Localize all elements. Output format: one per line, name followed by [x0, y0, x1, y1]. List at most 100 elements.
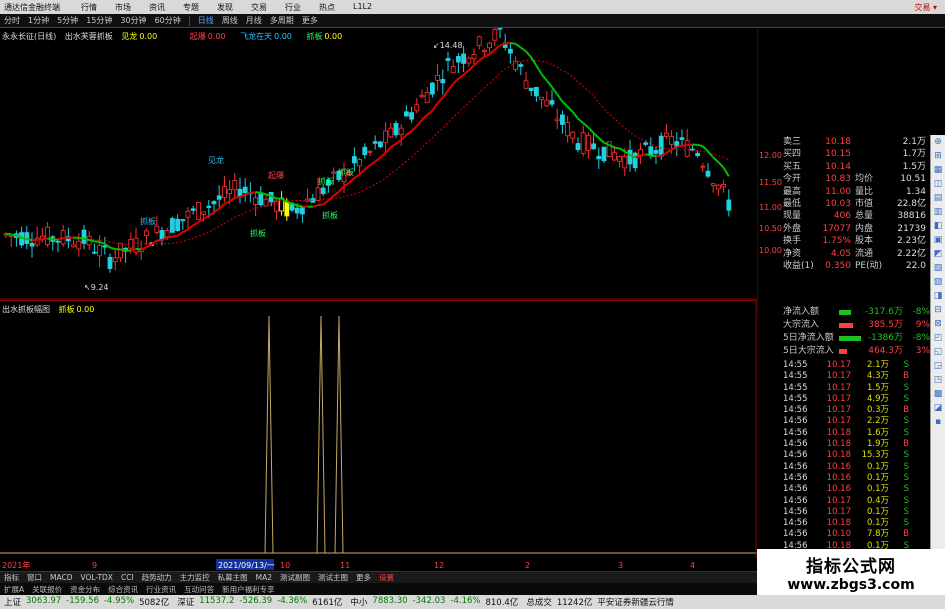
- candle-body: [622, 156, 628, 169]
- period-tab-active[interactable]: 日线: [194, 15, 218, 26]
- side-tool-icon[interactable]: ◪: [931, 401, 945, 415]
- sub-indicator-label: 抓板: [58, 305, 75, 314]
- menu-item-hot[interactable]: 热点: [310, 2, 344, 13]
- period-tab[interactable]: 5分钟: [53, 15, 82, 26]
- kline-canvas[interactable]: ↙14.48↖9.24抓板抓板抓板抓板起爆见龙抓板: [0, 20, 757, 300]
- candle-body: [705, 170, 711, 177]
- quote-label: 收益(1): [783, 260, 814, 271]
- trade-button[interactable]: 交易 ▾: [914, 2, 945, 13]
- quote-value: 17077: [822, 223, 851, 234]
- side-tool-icon[interactable]: ▤: [931, 191, 945, 205]
- index-quote[interactable]: 深证 11537.2 -526.39 -4.36% 6161亿: [173, 596, 346, 608]
- menu-item-industry[interactable]: 行业: [276, 2, 310, 13]
- side-tool-icon[interactable]: ▦: [931, 163, 945, 177]
- tick-time: 14:55: [783, 360, 808, 370]
- tick-volume: 0.1万: [866, 506, 889, 517]
- indicator-tab[interactable]: 窗口: [23, 572, 46, 583]
- side-tool-icon[interactable]: ▧: [931, 261, 945, 275]
- date-axis-label: 2021年: [2, 560, 30, 570]
- candle-body: [29, 243, 35, 247]
- quote-value: 10.18: [825, 137, 851, 147]
- side-tool-icon[interactable]: ▪: [931, 415, 945, 429]
- side-tool-icon[interactable]: ▨: [931, 275, 945, 289]
- news-tab[interactable]: 扩展A: [0, 584, 28, 595]
- menu-item-trade[interactable]: 交易: [242, 2, 276, 13]
- candle-body: [461, 53, 467, 64]
- period-tab[interactable]: 60分钟: [151, 15, 185, 26]
- news-tab[interactable]: 新用户福利专享: [218, 584, 279, 595]
- quote-value: 2.22亿: [896, 248, 926, 259]
- sub-indicator-chart[interactable]: 1.000.800.600.400.20 出水抓板幅图 抓板0.00: [0, 300, 780, 559]
- sub-indicator-canvas[interactable]: 1.000.800.600.400.20: [0, 301, 780, 559]
- quote-label: 买五: [783, 161, 802, 172]
- candle-body: [648, 146, 654, 156]
- menu-item-quotes[interactable]: 行情: [72, 2, 106, 13]
- side-tool-icon[interactable]: ◩: [931, 247, 945, 261]
- side-tool-icon[interactable]: ⊕: [931, 135, 945, 149]
- ma-line-segment: [577, 117, 584, 124]
- period-tab[interactable]: 更多: [298, 15, 322, 26]
- indicator-tab[interactable]: MA2: [252, 573, 276, 582]
- side-tool-icon[interactable]: ⊞: [931, 149, 945, 163]
- indicator-tab[interactable]: CCI: [117, 573, 138, 582]
- candle-body: [570, 131, 576, 139]
- menu-item-discover[interactable]: 发现: [208, 2, 242, 13]
- side-tool-icon[interactable]: ◳: [931, 373, 945, 387]
- indicator-tab[interactable]: 测试主图: [314, 572, 352, 583]
- period-tab[interactable]: 月线: [242, 15, 266, 26]
- side-tool-icon[interactable]: ◱: [931, 345, 945, 359]
- period-tab[interactable]: 周线: [218, 15, 242, 26]
- index-quote[interactable]: 中小 7883.30 -342.03 -4.16% 810.4亿: [346, 596, 522, 608]
- news-tab[interactable]: 行业资讯: [142, 584, 180, 595]
- indicator-tab[interactable]: VOL-TDX: [76, 573, 116, 582]
- period-tab[interactable]: 30分钟: [116, 15, 150, 26]
- side-tool-icon[interactable]: ◰: [931, 331, 945, 345]
- candle-body: [195, 202, 201, 220]
- ma-line-segment: [510, 42, 516, 45]
- news-tab[interactable]: 资金分布: [66, 584, 104, 595]
- main-kline-chart[interactable]: ↙14.48 ↖9.24 抓板 抓板 抓板 抓板 起爆 见龙 抓板 永永长征(日线) 出水芙蓉抓…: [0, 20, 757, 300]
- ma-line-segment: [384, 146, 392, 154]
- news-tab[interactable]: 关联报价: [28, 584, 66, 595]
- price-axis-label: 11.50: [759, 178, 782, 187]
- side-tool-icon[interactable]: ◲: [931, 359, 945, 373]
- candle-body: [632, 152, 638, 169]
- ma-line-segment: [187, 224, 194, 231]
- fund-flow-label: 大宗流入: [783, 320, 820, 330]
- indicator-tab[interactable]: MACD: [46, 573, 76, 582]
- quote-label: [851, 136, 881, 148]
- indicator-tab[interactable]: 设置: [375, 572, 398, 583]
- menu-item-topic[interactable]: 专题: [174, 2, 208, 13]
- side-tool-icon[interactable]: ◨: [931, 289, 945, 303]
- side-tool-icon[interactable]: ⊠: [931, 317, 945, 331]
- indicator-tab[interactable]: 更多: [352, 572, 375, 583]
- indicator-tab[interactable]: 测试副图: [276, 572, 314, 583]
- indicator-tab[interactable]: 私募主图: [214, 572, 252, 583]
- menu-item-l1l2[interactable]: L1L2: [344, 2, 381, 13]
- news-tab[interactable]: 互动问答: [180, 584, 218, 595]
- ma-line-segment: [374, 156, 382, 163]
- news-tab[interactable]: 综合资讯: [104, 584, 142, 595]
- indicator-tab[interactable]: 指标: [0, 572, 23, 583]
- index-quote[interactable]: 上证 3063.97 -159.56 -4.95% 5082亿: [0, 596, 173, 608]
- period-tab[interactable]: 1分钟: [24, 15, 53, 26]
- side-tool-icon[interactable]: ⊟: [931, 303, 945, 317]
- side-tool-icon[interactable]: ◧: [931, 219, 945, 233]
- side-tool-icon[interactable]: ▣: [931, 233, 945, 247]
- date-axis-label: 10: [280, 561, 290, 570]
- ma-line-segment: [218, 203, 226, 210]
- quote-value: 10.83: [825, 174, 851, 185]
- fund-flow-label: 5日大宗流入: [783, 346, 834, 356]
- menu-item-news[interactable]: 资讯: [140, 2, 174, 13]
- indicator-tab[interactable]: 主力监控: [176, 572, 214, 583]
- menu-item-market[interactable]: 市场: [106, 2, 140, 13]
- candle-body: [320, 187, 326, 195]
- tick-row: 14:56 10.18 0.1万 S: [783, 518, 930, 529]
- period-tab[interactable]: 15分钟: [82, 15, 116, 26]
- period-tab[interactable]: 多周期: [266, 15, 298, 26]
- indicator-tab[interactable]: 趋势动力: [138, 572, 176, 583]
- side-tool-icon[interactable]: ◫: [931, 177, 945, 191]
- side-tool-icon[interactable]: ▥: [931, 205, 945, 219]
- side-tool-icon[interactable]: ▩: [931, 387, 945, 401]
- period-tab[interactable]: 分时: [0, 15, 24, 26]
